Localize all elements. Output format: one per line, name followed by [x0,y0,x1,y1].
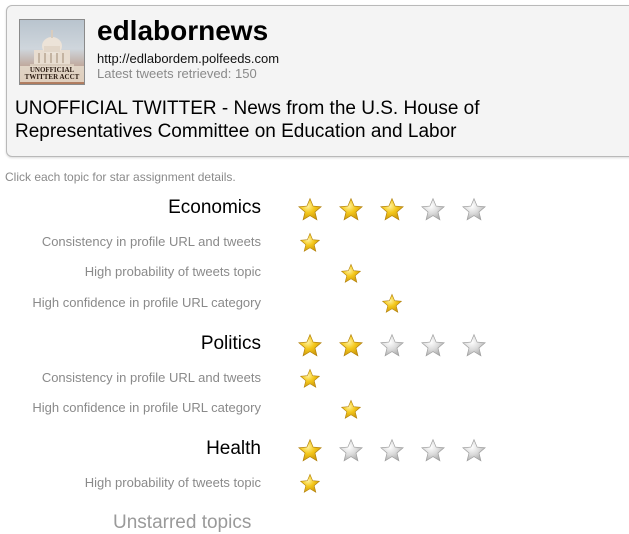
detail-label: High confidence in profile URL category [32,400,261,415]
topic-health[interactable]: Health [206,438,261,460]
star-empty-icon [379,438,405,464]
detail-label: High confidence in profile URL category [32,295,261,310]
star-empty-icon [338,438,364,464]
detail-star-icon [340,399,362,421]
star-empty-icon [461,197,487,223]
star-empty-icon [420,197,446,223]
star-filled-icon [379,197,405,223]
avatar-caption: UNOFFICIAL TWITTER ACCT [20,66,84,82]
screen-name[interactable]: edlabornews [97,16,268,46]
star-empty-icon [379,333,405,359]
detail-star-icon [340,263,362,285]
star-filled-icon [338,333,364,359]
star-filled-icon [297,197,323,223]
detail-star-icon [299,368,321,390]
star-empty-icon [461,438,487,464]
tweets-retrieved-count: Latest tweets retrieved: 150 [97,66,257,81]
profile-card: UNOFFICIAL TWITTER ACCT edlabornews http… [6,5,629,157]
star-filled-icon [297,438,323,464]
profile-url[interactable]: http://edlabordem.polfeeds.com [97,51,279,66]
detail-star-icon [299,473,321,495]
star-filled-icon [338,197,364,223]
star-empty-icon [420,333,446,359]
detail-label: Consistency in profile URL and tweets [41,370,261,385]
unstarred-topics-link[interactable]: Unstarred topics [113,512,251,534]
topic-economics[interactable]: Economics [168,197,261,219]
avatar[interactable]: UNOFFICIAL TWITTER ACCT [19,19,85,85]
detail-label: Consistency in profile URL and tweets [41,234,261,249]
profile-bio: UNOFFICIAL TWITTER - News from the U.S. … [15,98,480,142]
detail-label: High probability of tweets topic [84,475,261,490]
star-filled-icon [297,333,323,359]
detail-label: High probability of tweets topic [84,264,261,279]
star-empty-icon [420,438,446,464]
topic-politics[interactable]: Politics [201,333,261,355]
star-empty-icon [461,333,487,359]
topic-hint: Click each topic for star assignment det… [5,170,236,184]
detail-star-icon [299,232,321,254]
detail-star-icon [381,293,403,315]
